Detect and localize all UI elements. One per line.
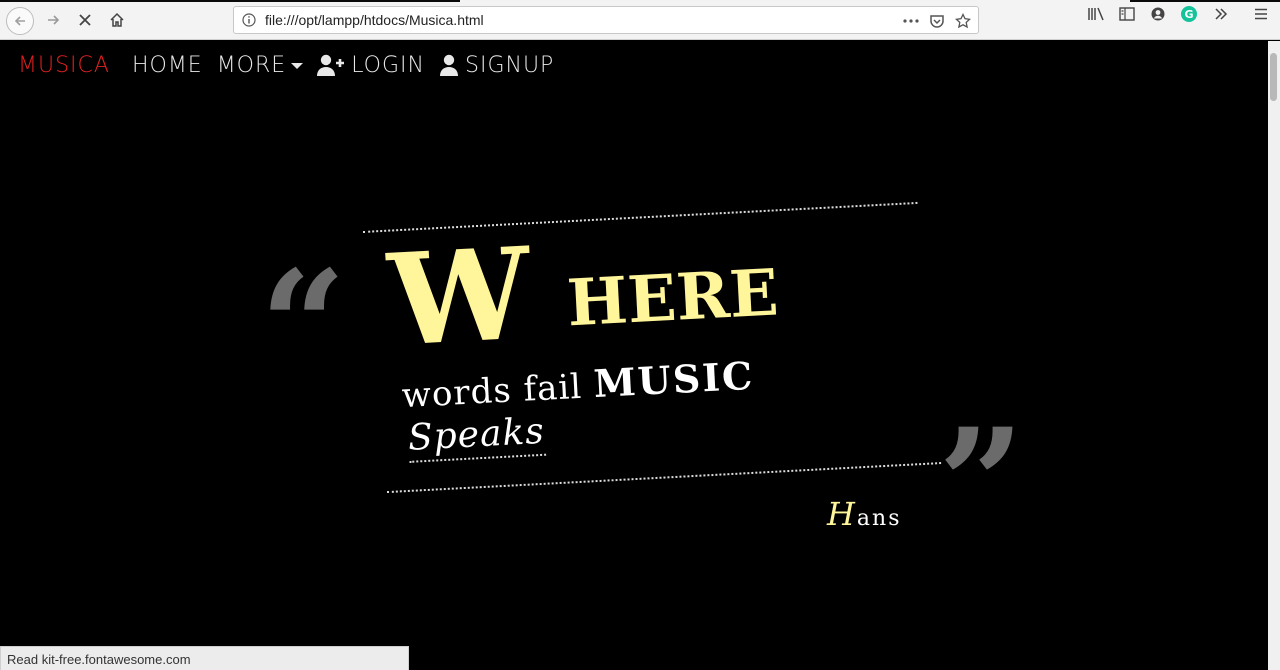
page-content: MUSICA HOME MORE LOGIN SIGNUP “ ” W HERE… bbox=[2, 41, 1268, 670]
dotted-divider-bottom bbox=[386, 462, 942, 494]
forward-icon[interactable] bbox=[40, 6, 68, 34]
browser-toolbar: file:///opt/lampp/htdocs/Musica.html G bbox=[0, 0, 1280, 40]
info-icon[interactable] bbox=[242, 13, 256, 27]
overflow-icon[interactable] bbox=[1207, 0, 1235, 28]
page-scrollbar[interactable] bbox=[1268, 41, 1280, 670]
stop-icon[interactable] bbox=[71, 6, 99, 34]
back-icon[interactable] bbox=[6, 7, 34, 35]
author-initial: H bbox=[827, 495, 857, 533]
quote-author: Hans bbox=[827, 495, 901, 533]
url-text[interactable]: file:///opt/lampp/htdocs/Musica.html bbox=[265, 12, 484, 28]
quote-line-3: Speaks bbox=[407, 411, 546, 463]
scrollbar-thumb[interactable] bbox=[1270, 53, 1277, 101]
status-bar: Read kit-free.fontawesome.com bbox=[0, 646, 409, 670]
tab-strip-edge bbox=[0, 0, 460, 2]
quote-word-rest: HERE bbox=[565, 255, 781, 342]
quote-line-2-start: words fail bbox=[400, 366, 584, 417]
grammarly-icon[interactable]: G bbox=[1175, 0, 1203, 28]
pocket-icon[interactable] bbox=[926, 10, 948, 32]
more-icon[interactable] bbox=[900, 10, 922, 32]
account-icon[interactable] bbox=[1144, 0, 1172, 28]
library-icon[interactable] bbox=[1082, 0, 1110, 28]
sidebar-icon[interactable] bbox=[1113, 0, 1141, 28]
menu-icon[interactable] bbox=[1247, 0, 1275, 28]
bookmark-star-icon[interactable] bbox=[952, 10, 974, 32]
author-rest: ans bbox=[856, 506, 902, 531]
quote-emphasis: MUSIC bbox=[592, 352, 756, 407]
svg-text:G: G bbox=[1184, 8, 1193, 21]
close-quote-mark: ” bbox=[938, 396, 1025, 572]
open-quote-mark: “ bbox=[260, 238, 347, 414]
url-bar[interactable]: file:///opt/lampp/htdocs/Musica.html bbox=[233, 6, 979, 34]
home-icon[interactable] bbox=[103, 6, 131, 34]
quote-big-letter: W bbox=[384, 219, 531, 375]
quote-block: “ ” W HERE words fail MUSIC Speaks Hans bbox=[2, 41, 1268, 670]
